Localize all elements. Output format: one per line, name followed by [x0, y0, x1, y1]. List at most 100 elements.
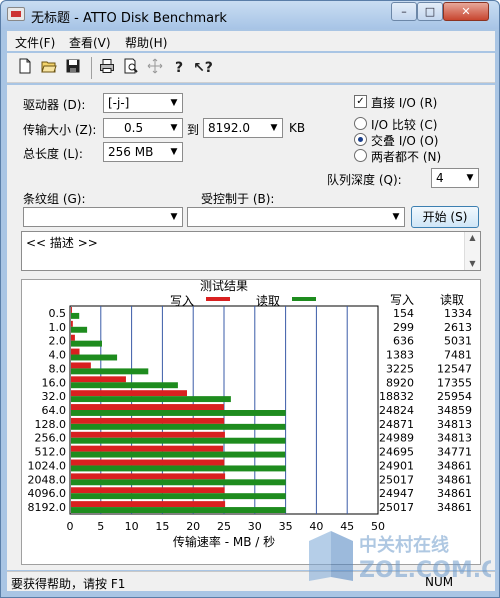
total-length-select[interactable]: 256 MB ▼: [103, 142, 183, 162]
write-value: 24901: [379, 459, 414, 472]
neither-radio[interactable]: [354, 149, 367, 162]
read-bar: [71, 410, 286, 416]
menu-file[interactable]: 文件(F): [15, 34, 55, 51]
write-value: 25017: [379, 501, 414, 514]
read-value: 2613: [444, 321, 472, 334]
description-text: << 描述 >>: [26, 236, 98, 250]
results-chart: 测试结果写入 读取 写入 读取0 5 10 15 20 25 30 35 40 45 50传输速率 - M…: [28, 278, 473, 549]
write-value: 299: [393, 321, 414, 334]
close-button[interactable]: ✕: [443, 2, 489, 21]
x-tick-label: 40: [309, 520, 323, 533]
y-tick-label: 1024.0: [28, 459, 67, 472]
y-tick-label: 4.0: [49, 349, 67, 362]
chart-title: 测试结果: [200, 280, 248, 293]
status-help-text: 要获得帮助，请按 F1: [11, 577, 126, 591]
status-bar: 要获得帮助，请按 F1 NUM: [7, 571, 495, 591]
scroll-up-icon[interactable]: ▲: [465, 232, 480, 244]
write-bar: [71, 362, 91, 369]
x-tick-label: 35: [279, 520, 293, 533]
read-value: 12547: [437, 362, 472, 375]
read-value: 1334: [444, 307, 472, 320]
read-value: 34861: [437, 487, 472, 500]
read-value: 7481: [444, 349, 472, 362]
queue-depth-value: 4: [436, 171, 444, 185]
write-value: 154: [393, 307, 414, 320]
write-bar: [71, 417, 225, 424]
y-tick-label: 2.0: [49, 335, 67, 348]
transfer-size-label: 传输大小 (Z):: [23, 123, 97, 137]
y-tick-label: 2048.0: [28, 473, 67, 486]
read-value: 25954: [437, 390, 472, 403]
print-icon[interactable]: [97, 58, 117, 78]
transfer-from-select[interactable]: 0.5 ▼: [103, 118, 183, 138]
read-value: 34859: [437, 404, 472, 417]
start-button[interactable]: 开始 (S): [411, 206, 479, 228]
maximize-button[interactable]: □: [417, 2, 443, 21]
io-compare-radio[interactable]: [354, 117, 367, 130]
y-tick-label: 16.0: [42, 376, 67, 389]
app-window: 无标题 - ATTO Disk Benchmark – □ ✕ 文件(F) 查看…: [0, 0, 500, 598]
transfer-to-value: 8192.0: [208, 121, 250, 135]
menu-help[interactable]: 帮助(H): [125, 34, 167, 51]
y-tick-label: 1.0: [49, 321, 67, 334]
write-bar: [71, 487, 225, 494]
write-bar: [71, 445, 224, 452]
write-value: 8920: [386, 376, 414, 389]
controlled-by-select[interactable]: ▼: [187, 207, 405, 227]
total-length-value: 256 MB: [108, 145, 154, 159]
chevron-down-icon: ▼: [466, 173, 474, 183]
write-bar: [71, 334, 75, 341]
results-panel: 测试结果 写入 读取 写入 读取 0 5 10 15 20 25 30 35 40 45 50 传输速率 - M…: [21, 278, 481, 565]
y-tick-label: 32.0: [42, 390, 67, 403]
read-value: 17355: [437, 376, 472, 389]
num-lock-indicator: NUM: [425, 575, 454, 589]
y-tick-label: 256.0: [35, 432, 67, 445]
menu-view[interactable]: 查看(V): [69, 34, 111, 51]
read-value: 5031: [444, 335, 472, 348]
x-tick-label: 0: [67, 520, 74, 533]
write-value: 24695: [379, 446, 414, 459]
move-icon[interactable]: [145, 58, 165, 78]
overlap-io-radio[interactable]: [354, 133, 367, 146]
write-value: 18832: [379, 390, 414, 403]
read-bar: [71, 368, 149, 375]
print-preview-icon[interactable]: [121, 58, 141, 78]
chevron-down-icon: ▼: [170, 212, 178, 222]
read-bar: [71, 451, 286, 458]
open-folder-icon[interactable]: [39, 58, 59, 78]
to-label: 到: [187, 123, 200, 137]
neither-label: 两者都不 (N): [371, 150, 442, 164]
write-bar: [71, 390, 188, 397]
title-bar[interactable]: 无标题 - ATTO Disk Benchmark – □ ✕: [1, 1, 499, 29]
chevron-down-icon: ▼: [270, 123, 278, 133]
description-scrollbar[interactable]: ▲ ▼: [464, 232, 480, 270]
read-value: 34813: [437, 418, 472, 431]
direct-io-checkbox[interactable]: ✓: [354, 95, 367, 108]
legend-swatch-1: [206, 297, 230, 301]
read-bar: [71, 354, 118, 361]
save-icon[interactable]: [63, 58, 83, 78]
read-bar: [71, 493, 286, 500]
scroll-down-icon[interactable]: ▼: [465, 258, 480, 270]
app-icon: [7, 7, 25, 21]
read-value: 34861: [437, 459, 472, 472]
help-icon[interactable]: ?: [169, 58, 189, 78]
x-tick-label: 45: [340, 520, 354, 533]
read-bar: [71, 340, 102, 347]
context-help-icon[interactable]: ↖?: [193, 58, 213, 78]
drive-select[interactable]: [-j-] ▼: [103, 93, 183, 113]
write-bar: [71, 431, 225, 438]
minimize-button[interactable]: –: [391, 2, 417, 21]
read-bar: [71, 382, 178, 389]
read-bar: [71, 326, 88, 333]
menu-bar: 文件(F) 查看(V) 帮助(H): [7, 31, 495, 51]
stripe-group-select[interactable]: ▼: [23, 207, 183, 227]
transfer-to-select[interactable]: 8192.0 ▼: [203, 118, 283, 138]
new-file-icon[interactable]: [15, 58, 35, 78]
write-value: 1383: [386, 349, 414, 362]
toolbar-separator: [91, 57, 92, 79]
queue-depth-select[interactable]: 4 ▼: [431, 168, 479, 188]
x-tick-label: 20: [186, 520, 200, 533]
description-textarea[interactable]: << 描述 >> ▲ ▼: [21, 231, 481, 271]
total-length-label: 总长度 (L):: [23, 147, 83, 161]
